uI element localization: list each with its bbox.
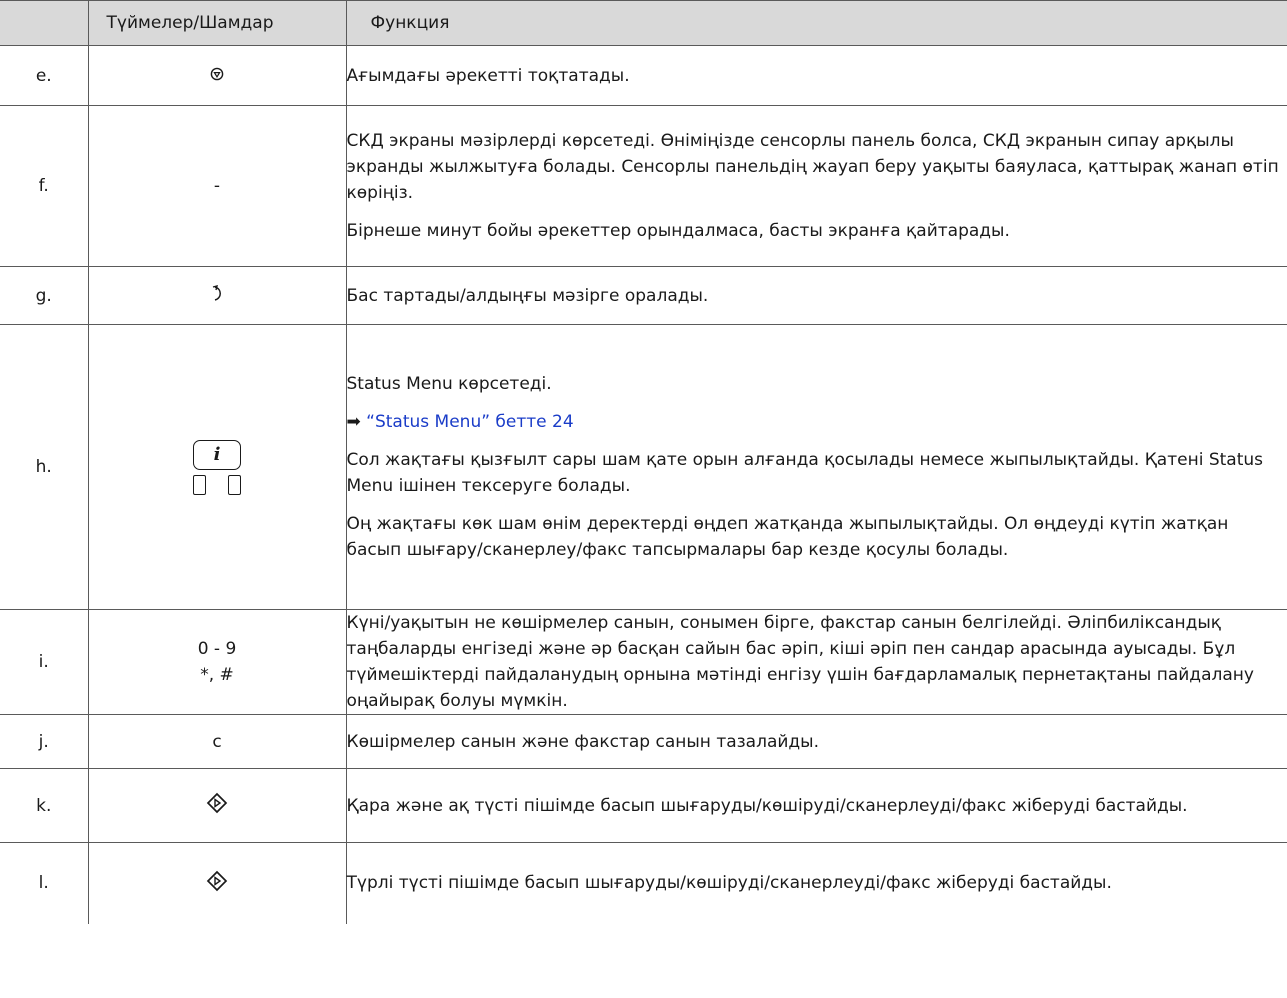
arrow-right-icon: ➡: [346, 412, 361, 432]
data-lamp-icon: [228, 474, 241, 495]
start-bw-icon: [206, 792, 228, 819]
function-text: Оң жақтағы көк шам өнім деректерді өңдеп…: [346, 514, 1229, 560]
row-key: e.: [0, 45, 89, 106]
row-key: f.: [0, 105, 89, 267]
function-text: Status Menu көрсетеді.: [346, 374, 552, 394]
row-key: h.: [0, 324, 89, 610]
clear-key: c: [87, 714, 347, 769]
row-key: i.: [0, 609, 89, 715]
error-lamp-icon: [193, 474, 206, 495]
function-text: Қара және ақ түсті пішімде басып шығаруд…: [346, 795, 1188, 816]
control-panel-table: Түймелер/Шамдар Функция e. Ағымдағы әрек…: [0, 0, 1287, 924]
table-row: k. Қара және ақ түсті пішімде басып шыға…: [0, 768, 1287, 843]
row-key: l.: [0, 842, 89, 924]
header-function: Функция: [345, 0, 1287, 46]
row-key: g.: [0, 266, 89, 325]
table-row: g. Бас тартады/алдыңғы мәзірге оралады.: [0, 266, 1287, 325]
table-row: i. 0 - 9 *, # Күні/уақытын не көшірмелер…: [0, 609, 1287, 715]
table-row: f. - СКД экраны мәзірлерді көрсетеді. Өн…: [0, 105, 1287, 267]
status-lamps: [89, 474, 346, 495]
function-cell: Бас тартады/алдыңғы мәзірге оралады.: [345, 266, 1287, 325]
function-text: Түрлі түсті пішімде басып шығаруды/көшір…: [346, 873, 1112, 894]
function-text: Бас тартады/алдыңғы мәзірге оралады.: [346, 285, 709, 306]
start-color-icon: [206, 870, 228, 897]
header-buttons-lamps: Түймелер/Шамдар: [87, 0, 347, 46]
function-text: Бірнеше минут бойы әрекеттер орындалмаса…: [346, 221, 1010, 241]
table-row: h. i Status Menu көрсетеді. ➡ “Status Me…: [0, 324, 1287, 610]
star-hash-keys: *, #: [200, 665, 234, 685]
table-row: e. Ағымдағы әрекетті тоқтатады.: [0, 45, 1287, 106]
status-menu-link[interactable]: ➡ “Status Menu” бетте 24: [347, 409, 1287, 435]
button-label: -: [87, 105, 347, 267]
function-text: СКД экраны мәзірлерді көрсетеді. Өніміңі…: [346, 131, 1279, 203]
stop-icon: [210, 66, 224, 86]
back-icon: [210, 285, 224, 308]
function-text: Ағымдағы әрекетті тоқтатады.: [346, 65, 630, 86]
row-key: j.: [0, 714, 89, 769]
header-key: [0, 0, 89, 46]
function-cell: Ағымдағы әрекетті тоқтатады.: [345, 45, 1287, 106]
start-color-cell: [87, 842, 347, 924]
digit-keys: 0 - 9: [197, 639, 237, 659]
info-icon: i: [193, 439, 241, 470]
function-text: Көшірмелер санын және факстар санын таза…: [346, 731, 820, 752]
function-cell: Қара және ақ түсті пішімде басып шығаруд…: [345, 768, 1287, 843]
function-text: Сол жақтағы қызғылт сары шам қате орын а…: [346, 450, 1264, 496]
start-bw-cell: [87, 768, 347, 843]
function-text: Күні/уақытын не көшірмелер санын, соныме…: [346, 613, 1254, 711]
function-cell: СКД экраны мәзірлерді көрсетеді. Өніміңі…: [345, 105, 1287, 267]
table-row: j. c Көшірмелер санын және факстар санын…: [0, 714, 1287, 769]
back-button-cell: [87, 266, 347, 325]
row-key: k.: [0, 768, 89, 843]
function-cell: Көшірмелер санын және факстар санын таза…: [345, 714, 1287, 769]
link-text[interactable]: “Status Menu” бетте 24: [366, 412, 574, 432]
number-keys-cell: 0 - 9 *, #: [87, 609, 347, 715]
table-row: l. Түрлі түсті пішімде басып шығаруды/кө…: [0, 842, 1287, 924]
function-cell: Күні/уақытын не көшірмелер санын, соныме…: [345, 609, 1287, 715]
stop-button-cell: [87, 45, 347, 106]
status-button-cell: i: [87, 324, 347, 610]
function-cell: Status Menu көрсетеді. ➡ “Status Menu” б…: [345, 324, 1287, 610]
header-row: Түймелер/Шамдар Функция: [0, 0, 1287, 46]
function-cell: Түрлі түсті пішімде басып шығаруды/көшір…: [345, 842, 1287, 924]
